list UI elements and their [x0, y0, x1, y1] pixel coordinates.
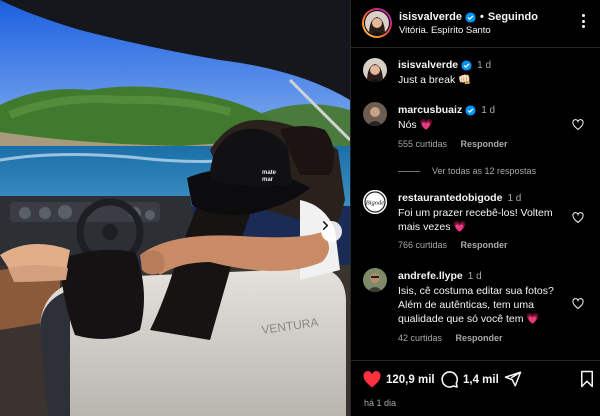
- caption-text: Just a break 👊🏻: [398, 74, 472, 86]
- avatar[interactable]: [365, 11, 389, 35]
- avatar[interactable]: [363, 102, 387, 126]
- comment-time[interactable]: 1 d: [507, 193, 521, 204]
- share-icon: [504, 371, 522, 387]
- post-details-panel: isisvalverde • Seguindo Vitória. Espírit…: [351, 0, 600, 416]
- comments-count[interactable]: 1,4 mil: [463, 374, 499, 386]
- svg-text:mar: mar: [262, 177, 274, 183]
- save-button[interactable]: [579, 370, 599, 388]
- separator-dot: •: [480, 11, 484, 23]
- verified-badge-icon: [461, 59, 472, 71]
- likes-count[interactable]: 120,9 mil: [386, 374, 435, 386]
- view-replies-line: [398, 170, 420, 172]
- post-photo[interactable]: VENTURA mate mar: [0, 0, 350, 416]
- caption-time[interactable]: 1 d: [477, 60, 491, 71]
- heart-icon[interactable]: [572, 119, 584, 131]
- comment-username[interactable]: andrefe.llype: [398, 270, 463, 282]
- share-button[interactable]: [504, 370, 526, 388]
- view-replies-button[interactable]: Ver todas as 12 respostas: [398, 166, 536, 176]
- comment-time[interactable]: 1 d: [481, 105, 495, 116]
- caption-username[interactable]: isisvalverde: [398, 59, 458, 71]
- comment-icon: [441, 371, 458, 388]
- heart-filled-icon: [363, 371, 381, 388]
- comment-username[interactable]: marcusbuaiz: [398, 104, 462, 116]
- avatar[interactable]: [363, 58, 387, 82]
- reply-button[interactable]: Responder: [461, 139, 508, 149]
- comment-time[interactable]: 1 d: [468, 271, 482, 282]
- post-actions-bar: 120,9 mil 1,4 mil há 1 dia: [351, 360, 600, 416]
- comment-text: Isis, cê costuma editar sua fotos? Além …: [398, 285, 554, 325]
- more-options-icon[interactable]: [576, 11, 590, 31]
- bookmark-icon: [581, 370, 593, 388]
- like-button[interactable]: 120,9 mil: [362, 370, 435, 390]
- post-location[interactable]: Vitória. Espírito Santo: [399, 25, 491, 36]
- avatar[interactable]: [363, 268, 387, 292]
- comment-text: Foi um prazer recebê-los! Voltem mais ve…: [398, 207, 553, 233]
- chevron-right-icon: [322, 221, 329, 230]
- comment-text: Nós 💗: [398, 119, 433, 131]
- avatar[interactable]: Bigode: [363, 190, 387, 214]
- comment-likes[interactable]: 766 curtidas: [398, 240, 447, 250]
- comment-username[interactable]: restaurantedobigode: [398, 192, 502, 204]
- story-ring[interactable]: [362, 8, 392, 38]
- comment-likes[interactable]: 42 curtidas: [398, 333, 442, 343]
- post-photo-image: VENTURA mate mar: [0, 0, 350, 416]
- post-date[interactable]: há 1 dia: [364, 398, 396, 408]
- heart-icon[interactable]: [572, 212, 584, 224]
- author-username[interactable]: isisvalverde: [399, 11, 462, 23]
- hat-logo-text: mate: [262, 170, 277, 176]
- post-header: isisvalverde • Seguindo Vitória. Espírit…: [351, 0, 600, 48]
- next-photo-button[interactable]: [321, 221, 342, 242]
- restaurant-logo-text: Bigode: [366, 200, 385, 207]
- comment-likes[interactable]: 555 curtidas: [398, 139, 447, 149]
- reply-button[interactable]: Responder: [456, 333, 503, 343]
- verified-badge-icon: [465, 11, 476, 23]
- reply-button[interactable]: Responder: [461, 240, 508, 250]
- comment-button[interactable]: 1,4 mil: [440, 370, 499, 389]
- heart-icon[interactable]: [572, 298, 584, 310]
- follow-status-button[interactable]: Seguindo: [488, 11, 538, 23]
- verified-badge-icon: [465, 104, 476, 116]
